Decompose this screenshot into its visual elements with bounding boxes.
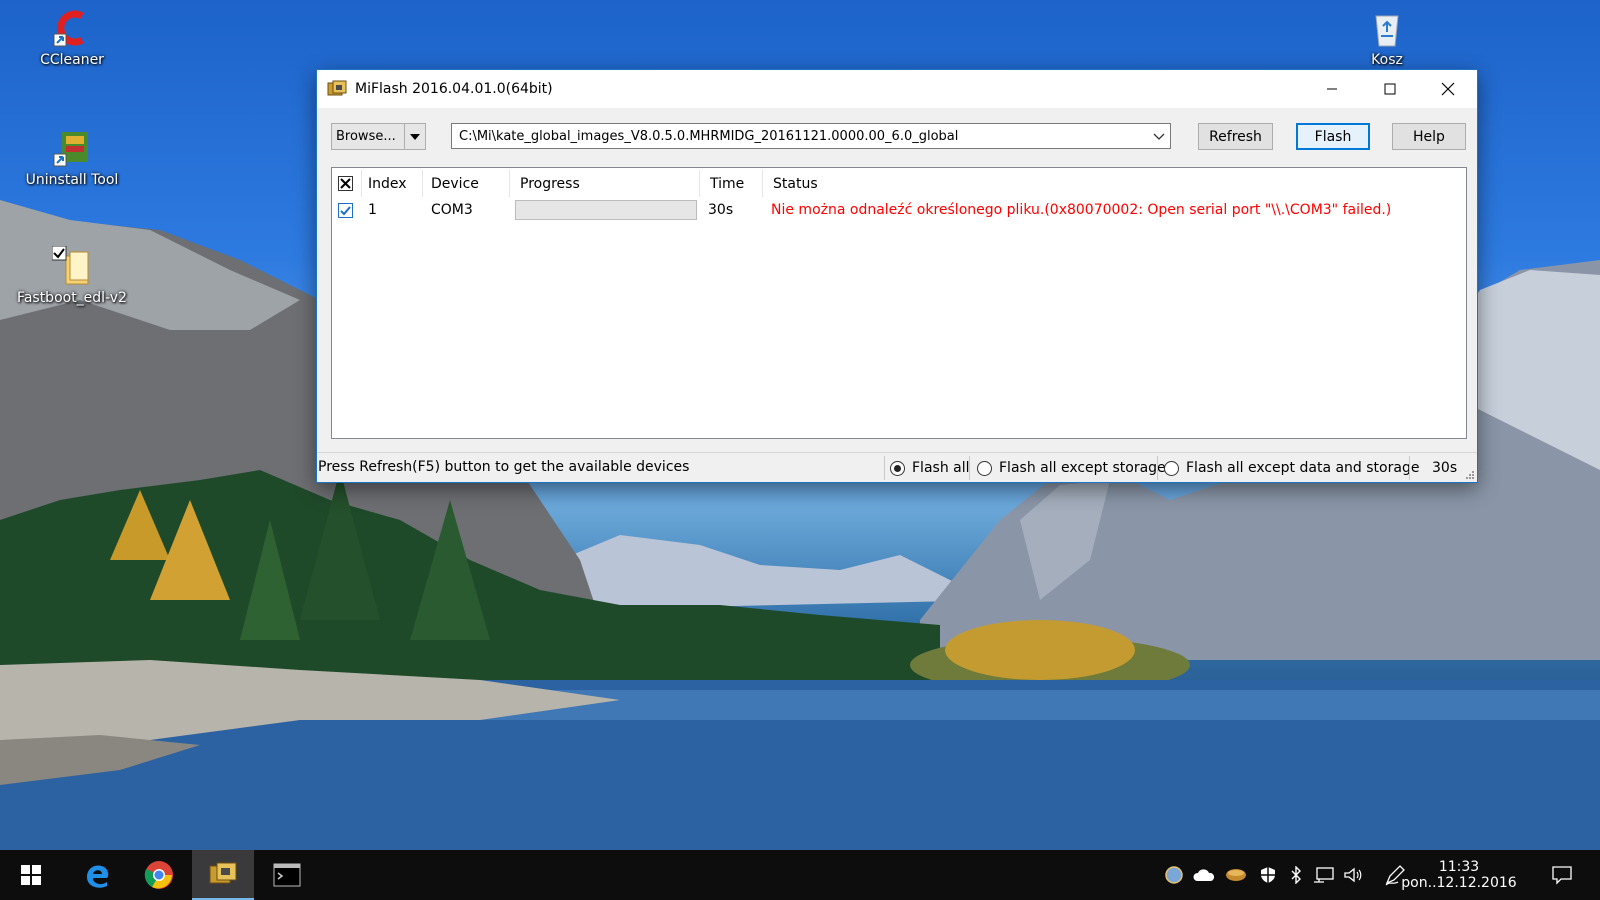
resize-grip-icon[interactable]: [1465, 470, 1475, 480]
checkmark-icon: [340, 205, 351, 215]
browse-label: Browse...: [336, 129, 396, 144]
radio-flash-all[interactable]: Flash all: [890, 453, 970, 483]
image-path-value: C:\Mi\kate_global_images_V8.0.5.0.MHRMID…: [459, 128, 959, 144]
radio-button[interactable]: [1164, 460, 1179, 476]
grid-header: Index Device Progress Time Status: [332, 168, 1466, 199]
recycle-bin-icon: [1375, 15, 1399, 47]
radio-label: Flash all except data and storage: [1186, 460, 1420, 476]
radio-label: Flash all: [912, 460, 970, 476]
radio-flash-all-except-storage[interactable]: Flash all except storage: [977, 453, 1166, 483]
radio-flash-all-except-data-and-storage[interactable]: Flash all except data and storage: [1164, 453, 1419, 483]
miflash-icon: [209, 862, 237, 884]
chrome-icon: [144, 861, 173, 889]
taskbar-chrome[interactable]: [128, 850, 190, 900]
row-checkbox[interactable]: [338, 202, 353, 218]
cloud-icon: [1193, 869, 1215, 881]
minimize-button[interactable]: [1303, 70, 1361, 108]
desktop-icon-uninstall-tool[interactable]: Uninstall Tool: [17, 128, 127, 188]
radio-button[interactable]: [890, 460, 905, 476]
taskbar-cmd[interactable]: [256, 850, 318, 900]
radio-label: Flash all except storage: [999, 460, 1166, 476]
chevron-down-icon[interactable]: [1152, 129, 1166, 143]
uninstall-tool-icon: [53, 132, 88, 167]
refresh-button[interactable]: Refresh: [1198, 123, 1273, 150]
row-index: 1: [368, 202, 377, 218]
chevron-down-icon: [410, 133, 420, 140]
browse-button[interactable]: Browse...: [331, 123, 426, 150]
tray-network[interactable]: [1310, 850, 1338, 900]
help-button[interactable]: Help: [1392, 123, 1466, 150]
window-title: MiFlash 2016.04.01.0(64bit): [355, 81, 553, 97]
edge-icon: [87, 865, 109, 888]
taskbar-miflash[interactable]: [192, 850, 254, 900]
desktop-icon-label: Kosz: [1371, 52, 1403, 68]
hard-drive-icon: [1226, 869, 1246, 881]
title-bar[interactable]: MiFlash 2016.04.01.0(64bit): [317, 70, 1477, 108]
desktop-icon-label: Uninstall Tool: [25, 172, 119, 188]
tray-volume[interactable]: [1340, 850, 1368, 900]
notification-icon: [1552, 866, 1572, 885]
shield-icon: [1261, 867, 1275, 883]
desktop-icon-recycle-bin[interactable]: Kosz: [1332, 8, 1442, 68]
folder-icon: [52, 246, 89, 285]
tray-onedrive[interactable]: [1190, 850, 1218, 900]
tray-drive[interactable]: [1222, 850, 1250, 900]
taskbar-edge[interactable]: [66, 850, 128, 900]
action-center-button[interactable]: [1540, 850, 1584, 900]
column-header-status[interactable]: Status: [773, 168, 818, 199]
bluetooth-icon: [1291, 866, 1301, 884]
status-message: Press Refresh(F5) button to get the avai…: [318, 459, 690, 475]
clock-date: pon..12.12.2016: [1401, 875, 1517, 891]
status-timer: 30s: [1432, 460, 1458, 476]
column-header-progress[interactable]: Progress: [520, 168, 580, 199]
select-all-cell[interactable]: [338, 168, 353, 199]
command-prompt-icon: [273, 863, 301, 887]
taskbar-clock[interactable]: 11:33 pon..12.12.2016: [1400, 850, 1518, 900]
row-status: Nie można odnaleźć określonego pliku.(0x…: [771, 202, 1392, 218]
maximize-icon: [1384, 83, 1396, 95]
desktop-icon-ccleaner[interactable]: CCleaner: [17, 8, 127, 68]
device-grid[interactable]: Index Device Progress Time Status 1 COM3…: [331, 167, 1467, 439]
row-time: 30s: [708, 202, 734, 218]
miflash-window: MiFlash 2016.04.01.0(64bit) Browse... C:…: [316, 69, 1478, 483]
tray-defender[interactable]: [1254, 850, 1282, 900]
desktop-icon-fastboot[interactable]: Fastboot_edl-v2: [17, 246, 127, 306]
close-icon: [1441, 82, 1455, 96]
speaker-icon: [1344, 867, 1362, 883]
image-path-combobox[interactable]: C:\Mi\kate_global_images_V8.0.5.0.MHRMID…: [451, 123, 1171, 149]
taskbar: 11:33 pon..12.12.2016: [0, 850, 1600, 900]
table-row[interactable]: 1 COM3 30s Nie można odnaleźć określoneg…: [332, 197, 1466, 223]
tray-network-app[interactable]: [1160, 850, 1188, 900]
start-button[interactable]: [0, 850, 62, 900]
column-header-device[interactable]: Device: [431, 168, 479, 199]
status-bar: Press Refresh(F5) button to get the avai…: [317, 452, 1477, 482]
desktop-icon-label: Fastboot_edl-v2: [17, 290, 127, 306]
select-all-checkbox[interactable]: [338, 176, 353, 191]
miflash-app-icon: [327, 80, 347, 96]
desktop-icon-label: CCleaner: [40, 52, 104, 68]
browse-dropdown-arrow[interactable]: [404, 124, 425, 149]
minimize-icon: [1327, 88, 1337, 90]
globe-icon: [1165, 866, 1183, 884]
checkbox-x-icon: [340, 178, 351, 189]
close-button[interactable]: [1419, 70, 1477, 108]
row-device: COM3: [431, 202, 473, 218]
column-header-index[interactable]: Index: [368, 168, 407, 199]
maximize-button[interactable]: [1361, 70, 1419, 108]
toolbar: Browse... C:\Mi\kate_global_images_V8.0.…: [317, 108, 1477, 166]
column-header-time[interactable]: Time: [710, 168, 744, 199]
windows-logo-icon: [21, 865, 41, 885]
flash-button[interactable]: Flash: [1296, 123, 1370, 150]
progress-bar: [515, 200, 697, 220]
network-icon: [1314, 867, 1334, 883]
clock-time: 11:33: [1438, 859, 1480, 875]
radio-button[interactable]: [977, 460, 992, 476]
tray-bluetooth[interactable]: [1284, 850, 1308, 900]
row-progress-cell: [515, 197, 697, 223]
ccleaner-icon: [53, 10, 84, 47]
